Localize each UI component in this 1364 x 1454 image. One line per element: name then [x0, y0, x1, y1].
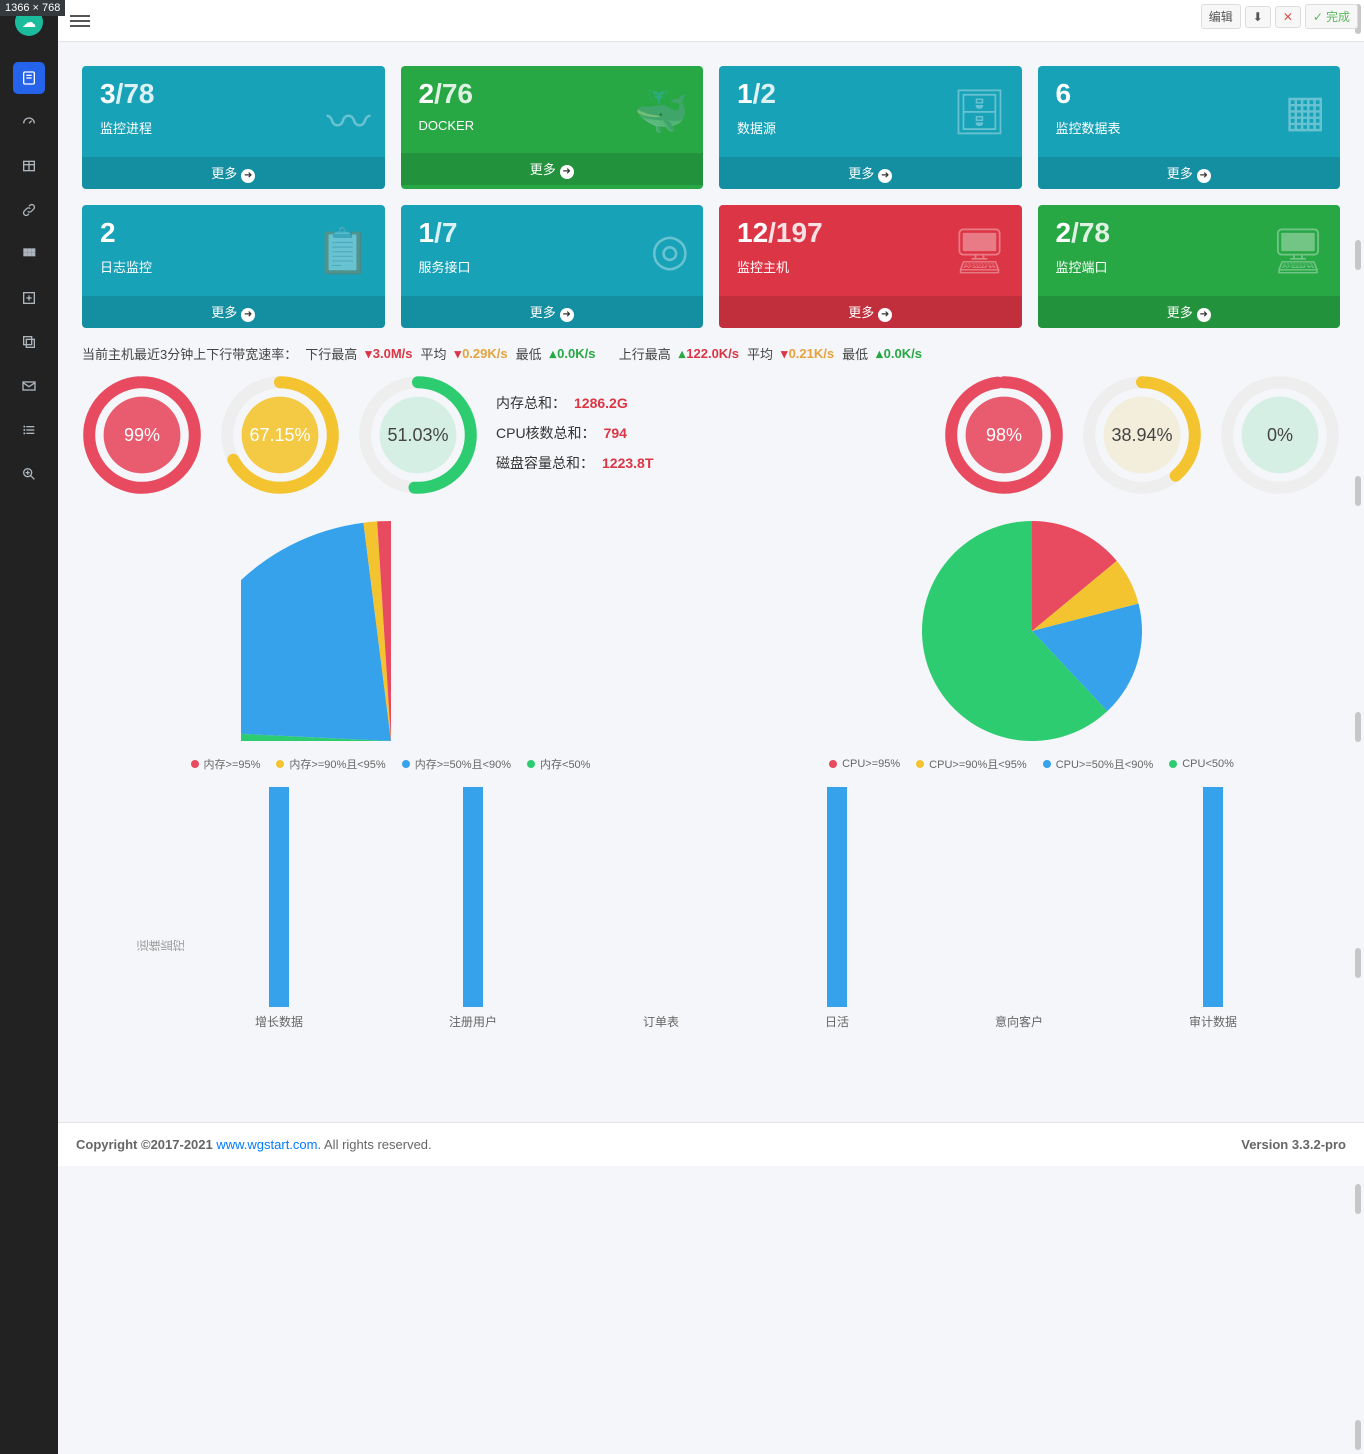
nav-copy[interactable] — [13, 326, 45, 358]
gauge: 51.03% — [358, 375, 478, 495]
footer-link[interactable]: www.wgstart.com. — [216, 1137, 321, 1152]
stat-card: 3/78监控进程〰更多 — [82, 66, 385, 189]
nav-mail[interactable] — [13, 370, 45, 402]
more-link[interactable]: 更多 — [82, 157, 385, 189]
bar-column: 审计数据 — [1189, 787, 1237, 1030]
nav-link[interactable] — [13, 194, 45, 226]
totals: 内存总和：1286.2G CPU核数总和：794 磁盘容量总和：1223.8T — [496, 383, 926, 483]
more-link[interactable]: 更多 — [1038, 157, 1341, 189]
dimension-tag: 1366 × 768 — [0, 0, 65, 16]
stat-card: 2/78监控端口🖥更多 — [1038, 205, 1341, 328]
stat-card: 1/7服务接口◎更多 — [401, 205, 704, 328]
nav-table[interactable] — [13, 150, 45, 182]
stat-card: 12/197监控主机🖥更多 — [719, 205, 1022, 328]
more-link[interactable]: 更多 — [1038, 296, 1341, 328]
gauge: 67.15% — [220, 375, 340, 495]
nav-speed[interactable] — [13, 106, 45, 138]
nav-list[interactable] — [13, 414, 45, 446]
more-link[interactable]: 更多 — [719, 296, 1022, 328]
close-button[interactable]: ✕ — [1275, 6, 1301, 28]
pie-chart: CPU>=95%CPU>=90%且<95%CPU>=50%且<90%CPU<50… — [723, 511, 1340, 772]
stat-card: 2日志监控📋更多 — [82, 205, 385, 328]
gauge: 38.94% — [1082, 375, 1202, 495]
nav-dashboard[interactable] — [13, 62, 45, 94]
gauge: 98% — [944, 375, 1064, 495]
page-toolbar: 编辑 ⬇ ✕ ✓ 完成 — [1201, 4, 1358, 29]
version: Version 3.3.2-pro — [1241, 1137, 1346, 1152]
bar-column: 意向客户 — [995, 1007, 1043, 1030]
more-link[interactable]: 更多 — [82, 296, 385, 328]
more-link[interactable]: 更多 — [401, 296, 704, 328]
download-button[interactable]: ⬇ — [1245, 6, 1271, 28]
nav-grid[interactable] — [13, 238, 45, 270]
edit-button[interactable]: 编辑 — [1201, 4, 1241, 29]
bar-column: 订单表 — [643, 1007, 679, 1030]
footer: Copyright ©2017-2021 www.wgstart.com. Al… — [58, 1122, 1364, 1166]
stat-card: 2/76DOCKER🐳更多 — [401, 66, 704, 189]
stat-card: 6监控数据表▦更多 — [1038, 66, 1341, 189]
bar-column: 增长数据 — [255, 787, 303, 1030]
nav-add[interactable] — [13, 282, 45, 314]
bar-column: 注册用户 — [449, 787, 497, 1030]
bar-column: 日活 — [825, 787, 849, 1030]
pie-chart: 内存>=95%内存>=90%且<95%内存>=50%且<90%内存<50% — [82, 511, 699, 772]
bar-chart: 运维监控 增长数据注册用户订单表日活意向客户审计数据 — [82, 790, 1340, 1070]
nav-zoom[interactable] — [13, 458, 45, 490]
menu-toggle[interactable] — [70, 12, 90, 30]
topbar — [58, 0, 1364, 42]
sidebar: ☁ — [0, 0, 58, 1454]
more-link[interactable]: 更多 — [719, 157, 1022, 189]
gauge: 99% — [82, 375, 202, 495]
gauge: 0% — [1220, 375, 1340, 495]
done-button[interactable]: ✓ 完成 — [1305, 4, 1358, 29]
stat-card: 1/2数据源🗄更多 — [719, 66, 1022, 189]
bandwidth-summary: 当前主机最近3分钟上下行带宽速率： 下行最高3.0M/s 平均0.29K/s 最… — [82, 344, 1340, 363]
more-link[interactable]: 更多 — [401, 153, 704, 185]
